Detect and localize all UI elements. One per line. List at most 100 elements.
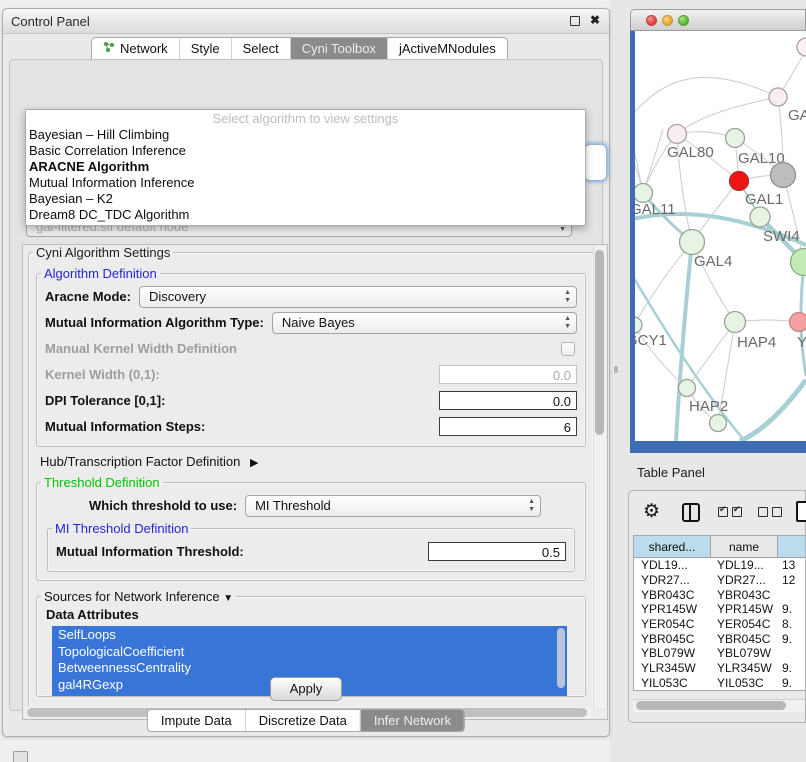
table-row[interactable]: YIL053C YIL053C 9. bbox=[634, 676, 805, 691]
edges-layer bbox=[635, 50, 806, 441]
network-node-label: SWI4 bbox=[763, 228, 800, 245]
network-node[interactable] bbox=[710, 415, 727, 432]
network-node[interactable] bbox=[635, 317, 642, 333]
network-window-titlebar[interactable] bbox=[630, 9, 806, 31]
network-node[interactable] bbox=[797, 38, 806, 56]
algorithm-option[interactable]: Bayesian – Hill Climbing bbox=[26, 127, 585, 143]
tab-discretize-data[interactable]: Discretize Data bbox=[245, 710, 360, 731]
cell-name: YPR145W bbox=[711, 602, 778, 616]
manual-kernel-row: Manual Kernel Width Definition bbox=[45, 336, 577, 361]
algorithm-options: Bayesian – Hill ClimbingBasic Correlatio… bbox=[26, 127, 585, 223]
manual-kernel-checkbox[interactable] bbox=[561, 342, 575, 356]
settings-vertical-scrollbar[interactable] bbox=[593, 246, 606, 708]
mi-threshold-group: MI Threshold Definition Mutual Informati… bbox=[47, 521, 575, 572]
mi-steps-field[interactable]: 6 bbox=[439, 417, 577, 436]
screen: Control Panel ✖ Network Style Select Cyn… bbox=[0, 0, 806, 762]
mi-type-row: Mutual Information Algorithm Type: Naive… bbox=[45, 310, 577, 335]
tab-jactivemnodules[interactable]: jActiveMNodules bbox=[387, 38, 507, 59]
column-header-cut[interactable] bbox=[778, 536, 805, 557]
minimize-traffic-light-icon[interactable] bbox=[662, 15, 673, 26]
cell-shared-name: YBR043C bbox=[634, 588, 711, 602]
tab-impute-data[interactable]: Impute Data bbox=[148, 710, 245, 731]
network-node[interactable] bbox=[769, 88, 787, 106]
aracne-mode-label: Aracne Mode: bbox=[45, 289, 131, 304]
close-traffic-light-icon[interactable] bbox=[646, 15, 657, 26]
tab-network[interactable]: Network bbox=[92, 38, 179, 59]
list-item[interactable]: SelfLoops bbox=[52, 627, 567, 644]
list-item[interactable]: BetweennessCentrality bbox=[52, 660, 567, 677]
network-node[interactable] bbox=[730, 172, 749, 191]
network-node[interactable] bbox=[726, 129, 745, 148]
deselect-all-columns-icon[interactable] bbox=[758, 507, 782, 517]
algorithm-option[interactable]: Dream8 DC_TDC Algorithm bbox=[26, 207, 585, 223]
new-table-icon[interactable] bbox=[796, 501, 806, 522]
cell-name: YDR27... bbox=[711, 573, 778, 587]
mi-threshold-field[interactable]: 0.5 bbox=[428, 542, 566, 561]
control-panel-tabbar: Network Style Select Cyni Toolbox jActiv… bbox=[91, 37, 508, 59]
zoom-traffic-light-icon[interactable] bbox=[678, 15, 689, 26]
algorithm-option[interactable]: Basic Correlation Inference bbox=[26, 143, 585, 159]
cell-value: 9. bbox=[778, 676, 805, 690]
network-node[interactable] bbox=[750, 207, 770, 227]
tab-style[interactable]: Style bbox=[179, 38, 231, 59]
table-row[interactable]: YPR145W YPR145W 9. bbox=[634, 602, 805, 617]
panel-divider-handle[interactable] bbox=[614, 366, 618, 373]
nodes-layer: GALGAL80GAL10GAL1GAL11SWI4GAL4GCY1HAP4YH… bbox=[635, 38, 806, 432]
combo-arrows-icon: ▲▼ bbox=[528, 498, 535, 514]
tab-label: Impute Data bbox=[161, 713, 232, 728]
network-node[interactable] bbox=[771, 163, 796, 188]
cell-shared-name: YDR27... bbox=[634, 573, 711, 587]
table-row[interactable]: YBR043C YBR043C bbox=[634, 587, 805, 602]
close-icon[interactable]: ✖ bbox=[590, 13, 600, 27]
network-node[interactable] bbox=[680, 230, 705, 255]
column-header-shared[interactable]: shared... bbox=[634, 536, 711, 557]
mi-type-combo[interactable]: Naive Bayes ▲▼ bbox=[272, 312, 577, 334]
network-node[interactable] bbox=[790, 313, 806, 332]
algorithm-dropdown-popup: Select algorithm to view settings Bayesi… bbox=[25, 109, 586, 226]
kernel-width-field[interactable]: 0.0 bbox=[439, 365, 577, 384]
table-row[interactable]: YBR045C YBR045C 9. bbox=[634, 631, 805, 646]
scrollbar-thumb[interactable] bbox=[595, 250, 604, 435]
select-all-columns-icon[interactable] bbox=[718, 507, 742, 517]
scrollbar-thumb[interactable] bbox=[636, 701, 786, 710]
float-window-icon[interactable] bbox=[570, 16, 580, 26]
network-node[interactable] bbox=[668, 125, 687, 144]
cell-value: 9. bbox=[778, 602, 805, 616]
tab-label: Select bbox=[243, 41, 279, 56]
table-row[interactable]: YDL19... YDL19... 13 bbox=[634, 558, 805, 573]
aracne-mode-combo[interactable]: Discovery ▲▼ bbox=[139, 286, 577, 308]
list-scrollbar-thumb[interactable] bbox=[557, 628, 565, 688]
cell-value: 9. bbox=[778, 661, 805, 675]
minimized-panel-icon[interactable] bbox=[13, 751, 28, 762]
table-row[interactable]: YLR345W YLR345W 9. bbox=[634, 661, 805, 676]
cell-name: YLR345W bbox=[711, 661, 778, 675]
apply-button[interactable]: Apply bbox=[270, 677, 342, 701]
table-row[interactable]: YDR27... YDR27... 12 bbox=[634, 573, 805, 588]
sources-group-title[interactable]: Sources for Network Inference ▼ bbox=[41, 589, 236, 604]
hub-definition-label: Hub/Transcription Factor Definition bbox=[40, 454, 240, 469]
network-canvas-svg[interactable]: GALGAL80GAL10GAL1GAL11SWI4GAL4GCY1HAP4YH… bbox=[635, 31, 806, 441]
network-node[interactable] bbox=[679, 380, 696, 397]
algorithm-option[interactable]: Bayesian – K2 bbox=[26, 191, 585, 207]
gear-icon[interactable]: ⚙ bbox=[643, 500, 660, 523]
tab-infer-network[interactable]: Infer Network bbox=[360, 710, 464, 731]
table-row[interactable]: YBL079W YBL079W bbox=[634, 646, 805, 661]
network-node[interactable] bbox=[725, 312, 746, 333]
which-threshold-combo[interactable]: MI Threshold ▲▼ bbox=[245, 495, 541, 517]
table-row[interactable]: YER054C YER054C 8. bbox=[634, 617, 805, 632]
network-canvas[interactable]: GALGAL80GAL10GAL1GAL11SWI4GAL4GCY1HAP4YH… bbox=[635, 31, 806, 441]
algorithm-option[interactable]: ARACNE Algorithm bbox=[26, 159, 585, 175]
tab-select[interactable]: Select bbox=[231, 38, 290, 59]
hub-definition-toggle[interactable]: Hub/Transcription Factor Definition ▶ bbox=[40, 454, 589, 469]
algorithm-combo-edge[interactable] bbox=[584, 144, 607, 181]
list-item[interactable]: TopologicalCoefficient bbox=[52, 644, 567, 661]
column-header-name[interactable]: name bbox=[711, 536, 778, 557]
table-horizontal-scrollbar[interactable] bbox=[633, 699, 805, 712]
columns-icon[interactable] bbox=[682, 503, 700, 522]
network-node-label: GAL11 bbox=[635, 201, 676, 218]
combo-arrows-icon: ▲▼ bbox=[564, 315, 571, 331]
network-node[interactable] bbox=[635, 184, 653, 203]
dpi-tolerance-field[interactable]: 0.0 bbox=[439, 391, 577, 410]
tab-cyni-toolbox[interactable]: Cyni Toolbox bbox=[290, 38, 387, 59]
algorithm-option[interactable]: Mutual Information Inference bbox=[26, 175, 585, 191]
